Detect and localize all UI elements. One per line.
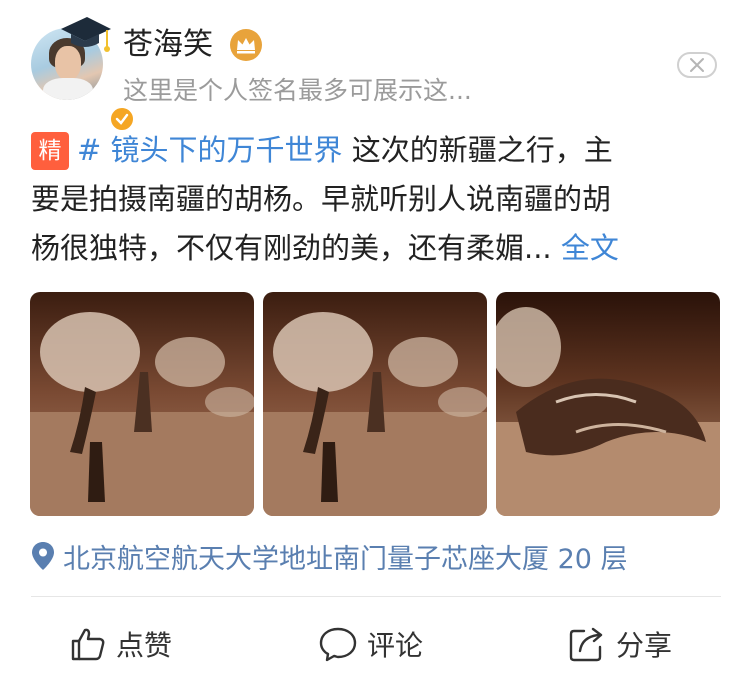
featured-tag: 精 (31, 132, 69, 170)
like-label: 点赞 (116, 629, 173, 662)
signature: 这里是个人签名最多可展示这... (123, 76, 472, 105)
post-photo-2[interactable] (263, 292, 487, 516)
like-button[interactable]: 点赞 (70, 622, 172, 666)
comment-label: 评论 (367, 629, 424, 662)
post-line-1: 这次的新疆之行，主 (351, 133, 613, 167)
share-button[interactable]: 分享 (568, 622, 672, 666)
graduation-cap-icon (61, 17, 111, 52)
username[interactable]: 苍海笑 (123, 26, 213, 64)
share-label: 分享 (616, 629, 673, 662)
topic-link[interactable]: # 镜头下的万千世界 (77, 133, 343, 167)
close-icon (690, 58, 704, 72)
comment-icon (319, 627, 357, 662)
thumbs-up-icon (71, 628, 105, 661)
post-text: 精 # 镜头下的万千世界 这次的新疆之行，主 要是拍摄南疆的胡杨。早就听别人说南疆… (31, 126, 721, 273)
location[interactable]: 北京航空航天大学地址南门量子芯座大厦 20 层 (31, 536, 628, 576)
location-text: 北京航空航天大学地址南门量子芯座大厦 20 层 (63, 543, 628, 575)
close-button[interactable] (677, 52, 717, 78)
share-icon (569, 627, 603, 662)
post-photo-3[interactable] (496, 292, 720, 516)
divider (31, 596, 721, 597)
full-text-link[interactable]: 全文 (561, 231, 619, 265)
crown-icon (230, 29, 262, 61)
post-photo-1[interactable] (30, 292, 254, 516)
location-pin-icon (32, 542, 54, 570)
post-line-3: 杨很独特，不仅有刚劲的美，还有柔媚... (31, 231, 561, 265)
post-line-2: 要是拍摄南疆的胡杨。早就听别人说南疆的胡 (31, 182, 612, 216)
comment-button[interactable]: 评论 (319, 622, 423, 666)
